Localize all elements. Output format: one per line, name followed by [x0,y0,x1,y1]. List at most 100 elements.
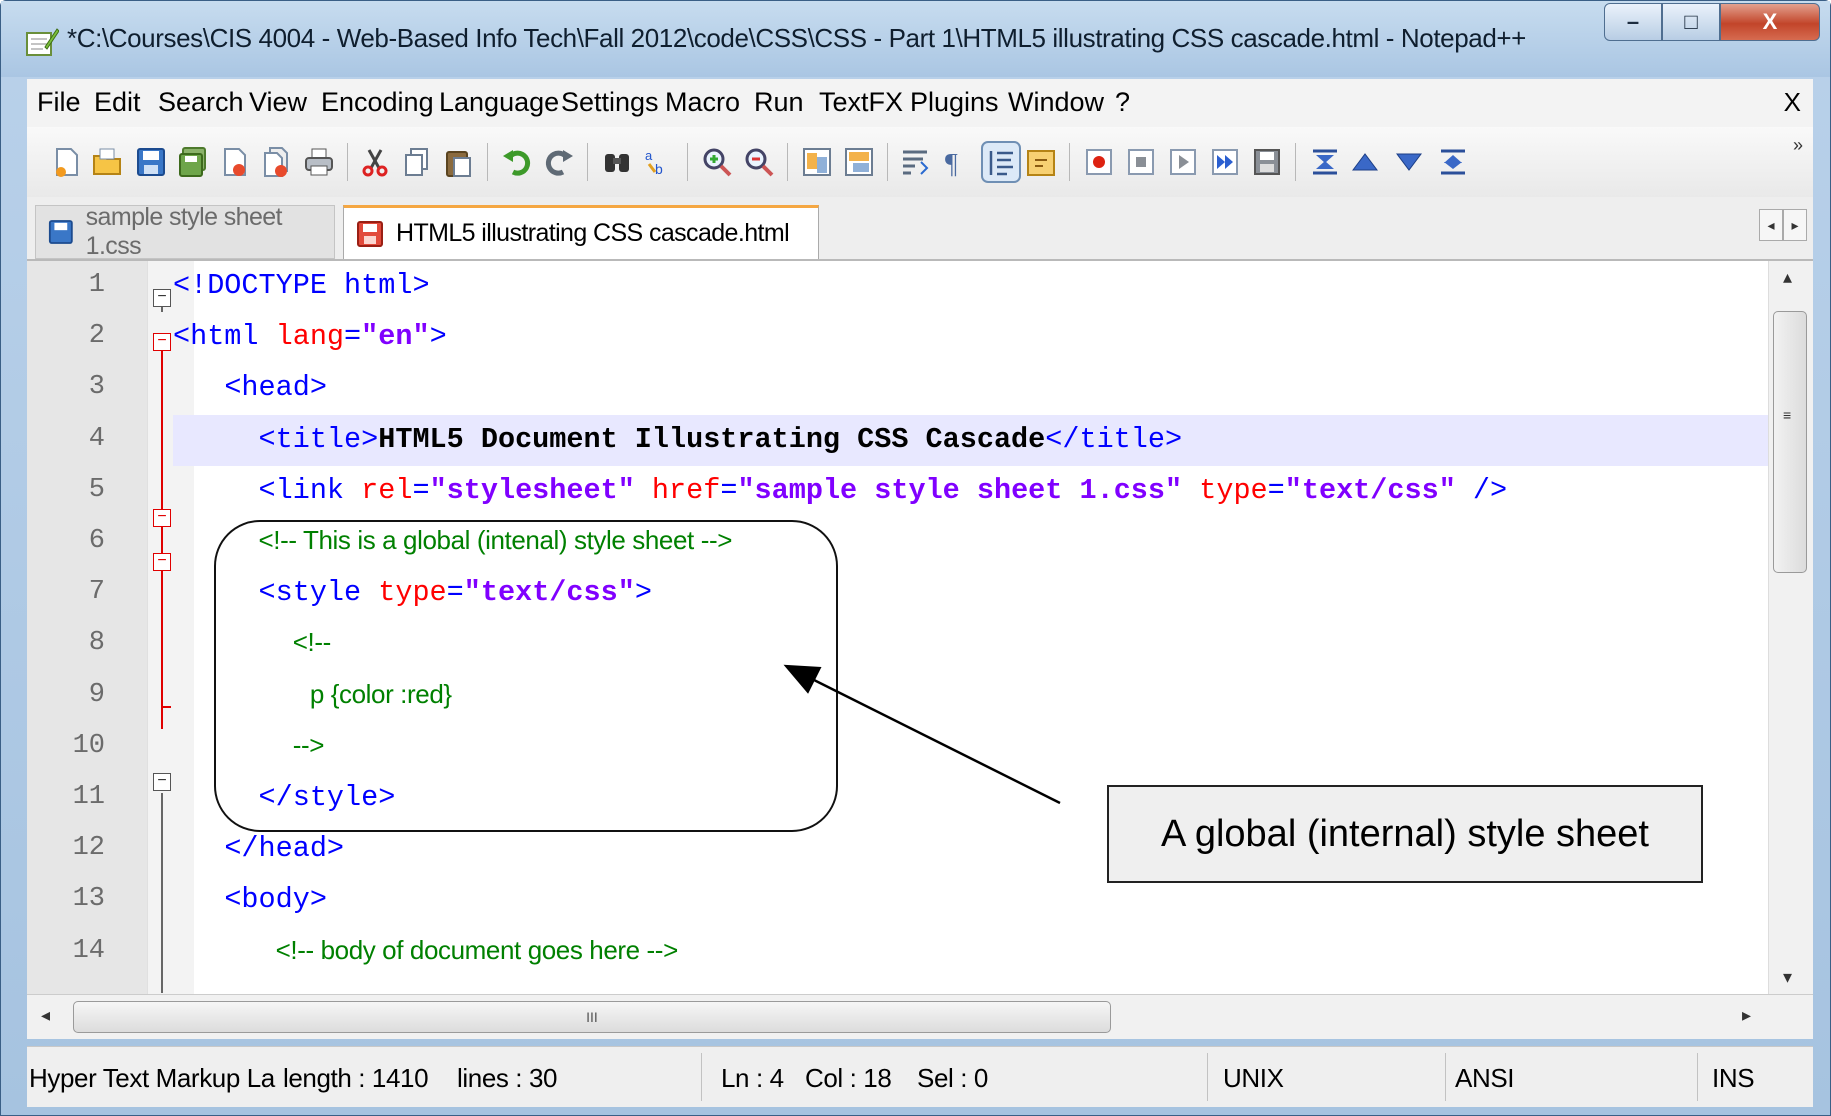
line-number: 6 [88,526,105,556]
replace-icon[interactable]: ab [643,146,675,178]
notepadpp-app-icon [26,28,59,56]
cut-icon[interactable] [359,146,391,178]
horizontal-scroll-thumb[interactable]: III [73,1001,1111,1033]
close-all-icon[interactable] [261,146,293,178]
menu-macro[interactable]: Macro [665,87,740,118]
status-selection: Sel : 0 [917,1063,988,1093]
find-icon[interactable] [601,146,633,178]
word-wrap-icon[interactable] [899,146,931,178]
svg-text:b: b [655,161,663,177]
line-number: 8 [88,628,105,659]
code-line[interactable]: 4 <title>HTML5 Document Illustrating CSS… [89,414,1769,466]
line-number: 2 [88,321,105,352]
stop-record-icon[interactable] [1125,146,1157,178]
paste-icon[interactable] [443,146,475,178]
maximize-button[interactable]: □ [1662,3,1720,41]
code-line[interactable]: 13 <body> [27,875,1769,926]
status-bar: Hyper Text Markup La length : 1410 lines… [27,1046,1813,1107]
scroll-left-icon[interactable]: ◂ [41,1005,50,1026]
lang-folder-icon[interactable] [1025,146,1057,178]
toolbar-separator [487,143,488,181]
prev-icon[interactable] [1349,146,1381,178]
menu-plugins[interactable]: Plugins [910,87,999,118]
zoom-in-icon[interactable] [701,146,733,178]
caption-buttons: – □ X [1604,3,1820,43]
sync-vertical-icon[interactable] [801,146,833,178]
unsaved-file-icon [357,220,383,247]
open-file-icon[interactable] [91,146,123,178]
code-text: <body> [224,883,327,917]
status-language: Hyper Text Markup La [29,1063,275,1093]
title-bar[interactable]: *C:\Courses\CIS 4004 - Web-Based Info Te… [1,1,1830,77]
close-document-button[interactable]: X [1784,87,1801,118]
copy-icon[interactable] [401,146,433,178]
tab-scroll-right-icon[interactable]: ▸ [1783,209,1807,241]
saved-file-icon [48,220,73,244]
code-line[interactable]: 2 <html lang="en"> [27,312,1769,363]
menu-settings[interactable]: Settings [561,87,659,118]
show-all-chars-icon[interactable]: ¶ [939,146,971,178]
scroll-up-icon[interactable]: ▴ [1783,267,1792,288]
undo-icon[interactable] [501,146,533,178]
record-macro-icon[interactable] [1083,146,1115,178]
menu-encoding[interactable]: Encoding [321,87,434,118]
menu-edit[interactable]: Edit [94,87,141,118]
redo-icon[interactable] [543,146,575,178]
maximize-icon: □ [1684,9,1698,34]
indent-guide-icon[interactable] [981,141,1021,183]
line-number: 10 [72,730,105,761]
save-all-icon[interactable] [177,146,209,178]
print-icon[interactable] [303,146,335,178]
menu-run[interactable]: Run [754,87,804,118]
toolbar-separator [887,143,888,181]
next-icon[interactable] [1393,146,1425,178]
code-text: <!-- body of document goes here --> [275,934,679,965]
horizontal-scrollbar[interactable]: ◂ III ▸ [27,994,1813,1039]
svg-text:a: a [645,148,653,163]
scroll-right-icon[interactable]: ▸ [1742,1005,1751,1026]
menu-help[interactable]: ? [1115,87,1130,118]
vertical-scroll-thumb[interactable] [1773,311,1807,573]
tab-sample-style-sheet[interactable]: sample style sheet 1.css [35,203,335,260]
collapse-all-icon[interactable] [1309,146,1341,178]
menu-view[interactable]: View [249,87,307,118]
status-divider [1207,1053,1208,1101]
status-divider [1697,1053,1698,1101]
save-icon[interactable] [135,146,167,178]
save-macro-icon[interactable] [1251,146,1283,178]
close-icon[interactable] [219,146,251,178]
scroll-grip: III [586,1009,598,1025]
menu-window[interactable]: Window [1008,87,1104,118]
vertical-scrollbar[interactable]: ▴ ≡ ▾ [1768,261,1813,994]
tab-html5-cascade[interactable]: HTML5 illustrating CSS cascade.html [343,205,819,259]
run-multiple-icon[interactable] [1209,146,1241,178]
line-number: 13 [72,884,105,915]
status-divider [1445,1053,1446,1101]
status-insert-mode: INS [1712,1063,1755,1093]
zoom-out-icon[interactable] [743,146,775,178]
new-file-icon[interactable] [51,146,83,178]
close-button[interactable]: X [1720,3,1820,41]
menu-textfx[interactable]: TextFX [819,87,903,118]
toolbar-overflow-chevron-icon[interactable]: » [1793,135,1803,156]
code-line[interactable]: 5 <link rel="stylesheet" href="sample st… [27,466,1769,517]
menu-search[interactable]: Search [158,87,244,118]
tab-scroll-left-icon[interactable]: ◂ [1759,209,1783,241]
toolbar-separator [1069,143,1070,181]
tab-label: sample style sheet 1.css [85,203,283,260]
code-line[interactable]: 3 <head> [27,363,1769,414]
menu-file[interactable]: File [37,87,81,118]
status-column: Col : 18 [805,1063,892,1093]
code-line[interactable]: 1 <!DOCTYPE html> [27,261,1769,312]
menu-bar: File Edit Search View Encoding Language … [27,79,1813,128]
code-text: <!DOCTYPE html> [173,269,430,302]
code-line[interactable]: 14 <!-- body of document goes here --> [27,927,1769,978]
toolbar-separator [687,143,688,181]
expand-all-icon[interactable] [1437,146,1469,178]
scroll-down-icon[interactable]: ▾ [1783,967,1792,988]
toolbar-separator [587,143,588,181]
play-macro-icon[interactable] [1167,146,1199,178]
minimize-button[interactable]: – [1604,3,1662,41]
sync-horizontal-icon[interactable] [843,146,875,178]
menu-language[interactable]: Language [439,87,559,118]
